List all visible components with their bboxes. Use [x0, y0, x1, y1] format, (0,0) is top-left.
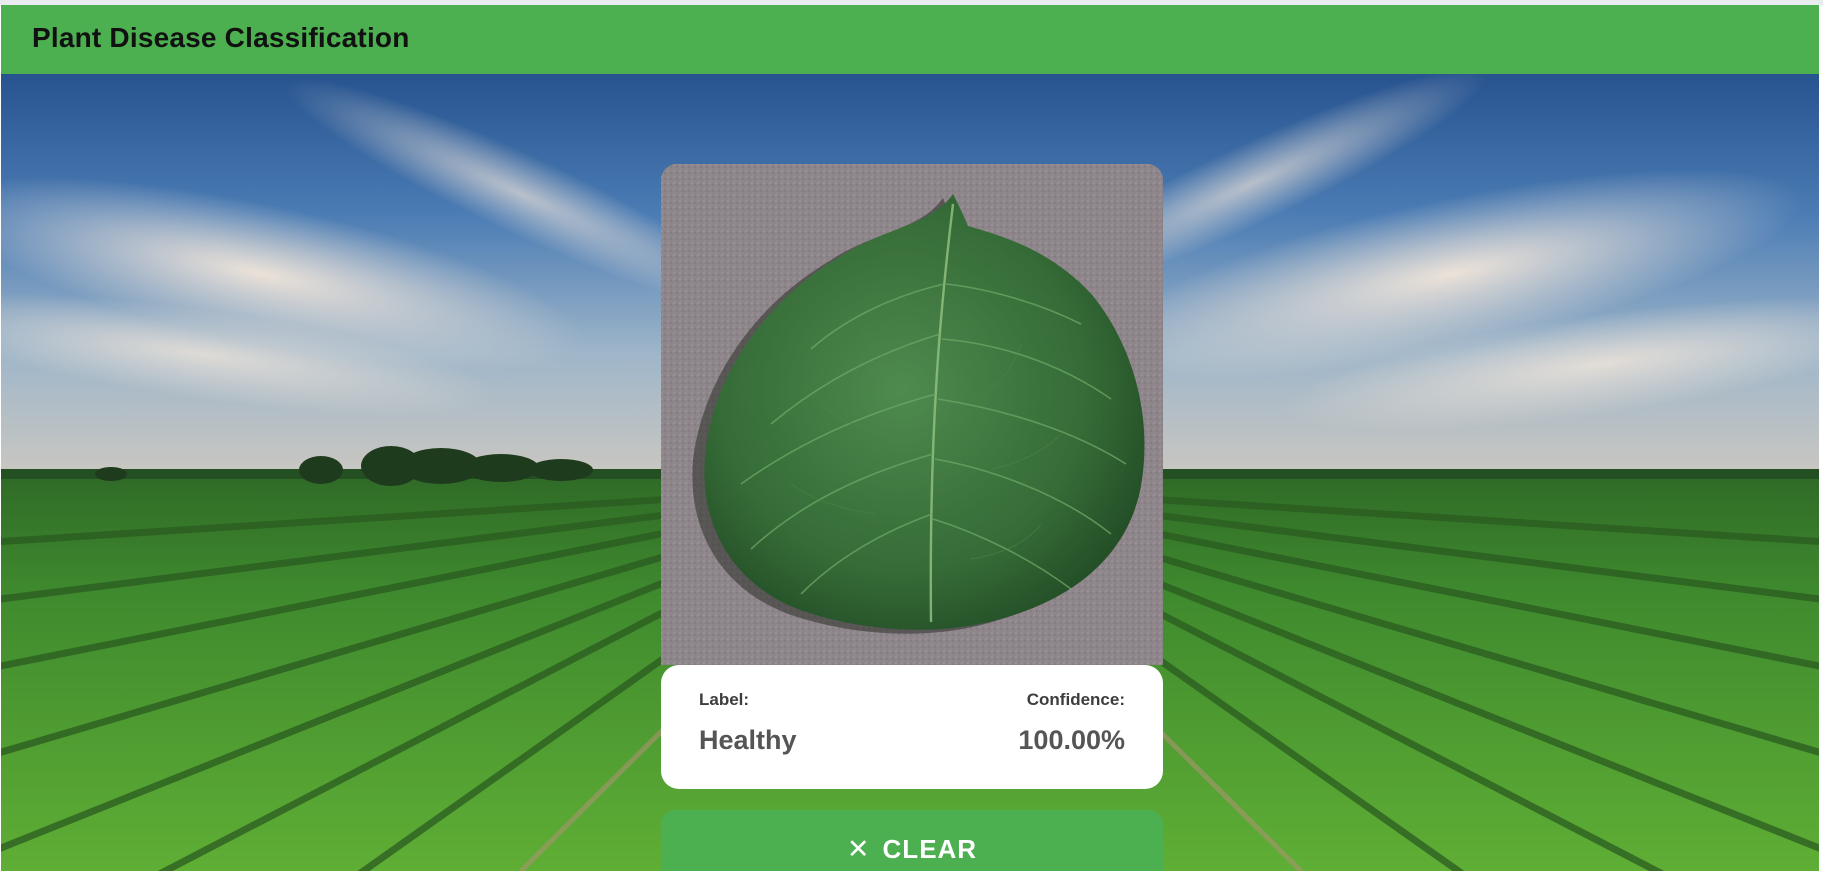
confidence-column: Confidence: 100.00%	[1018, 690, 1125, 756]
app-root: Plant Disease Classification Label: Heal…	[0, 0, 1823, 871]
leaf-photo	[661, 164, 1163, 665]
label-caption: Label:	[699, 690, 750, 709]
clear-button-content: ✕ CLEAR	[661, 834, 1163, 864]
clear-label: CLEAR	[882, 834, 978, 864]
label-column: Label: Healthy	[699, 690, 797, 756]
label-value: Healthy	[699, 725, 797, 755]
close-icon: ✕	[846, 834, 871, 864]
result-panel: Label: Healthy Confidence: 100.00%	[661, 665, 1163, 789]
confidence-caption: Confidence:	[1026, 690, 1125, 709]
app-header: Plant Disease Classification	[1, 5, 1819, 74]
page-title: Plant Disease Classification	[32, 22, 410, 53]
clear-button[interactable]: ✕ CLEAR	[661, 810, 1163, 871]
confidence-value: 100.00%	[1018, 725, 1125, 755]
